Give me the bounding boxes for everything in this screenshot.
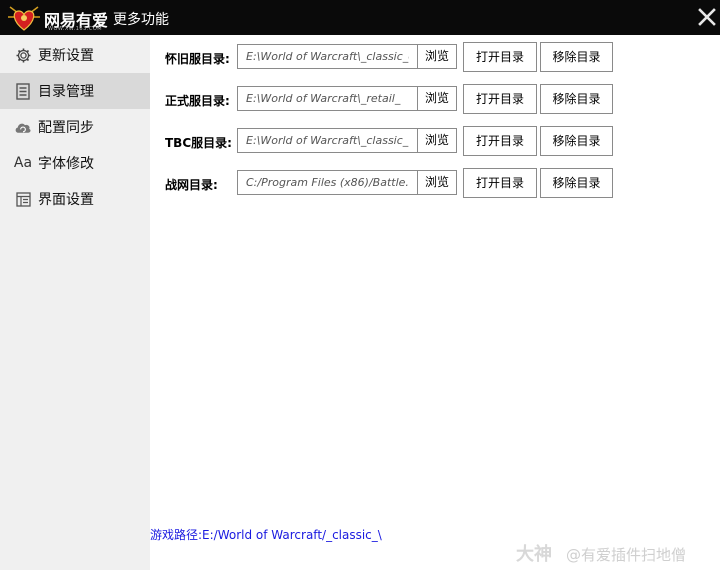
- sidebar-item-directory-management[interactable]: 目录管理: [0, 73, 150, 109]
- close-icon: [698, 8, 716, 26]
- remove-directory-button[interactable]: 移除目录: [540, 42, 613, 72]
- browse-button[interactable]: 浏览: [417, 128, 457, 153]
- browse-button[interactable]: 浏览: [417, 86, 457, 111]
- open-directory-button[interactable]: 打开目录: [463, 126, 537, 156]
- directory-label: TBC服目录:: [165, 136, 232, 150]
- open-directory-button[interactable]: 打开目录: [463, 84, 537, 114]
- heart-logo-icon: [8, 6, 40, 31]
- window-title: 更多功能: [113, 12, 169, 28]
- directory-label: 战网目录:: [165, 178, 218, 192]
- sidebar: 更新设置 目录管理 配置同步 Aa 字体修改 界面设置: [0, 35, 150, 570]
- sidebar-item-update-settings[interactable]: 更新设置: [0, 37, 150, 73]
- open-directory-button[interactable]: 打开目录: [463, 168, 537, 198]
- sidebar-item-label: 字体修改: [38, 156, 94, 172]
- app-logo: 网易有爱 WOW.XW.163.COM: [4, 3, 108, 33]
- list-icon: [14, 82, 32, 100]
- close-button[interactable]: [696, 6, 718, 28]
- watermark-brand: 大神: [516, 544, 552, 565]
- remove-directory-button[interactable]: 移除目录: [540, 168, 613, 198]
- sidebar-item-label: 界面设置: [38, 192, 94, 208]
- font-icon: Aa: [13, 155, 33, 171]
- directory-row-classic-era: 怀旧服目录: 浏览 打开目录 移除目录: [150, 42, 720, 73]
- cloud-sync-icon: [14, 118, 32, 136]
- open-directory-button[interactable]: 打开目录: [463, 42, 537, 72]
- directory-path-input[interactable]: [237, 86, 418, 111]
- gear-icon: [14, 46, 32, 64]
- directory-label: 怀旧服目录:: [165, 52, 230, 66]
- sidebar-item-label: 配置同步: [38, 120, 94, 136]
- sidebar-item-config-sync[interactable]: 配置同步: [0, 109, 150, 145]
- directory-row-retail: 正式服目录: 浏览 打开目录 移除目录: [150, 84, 720, 115]
- watermark-handle: @有爱插件扫地僧: [566, 546, 687, 564]
- directory-row-battlenet: 战网目录: 浏览 打开目录 移除目录: [150, 168, 720, 199]
- browse-button[interactable]: 浏览: [417, 170, 457, 195]
- sidebar-item-label: 目录管理: [38, 84, 94, 100]
- sidebar-item-interface-settings[interactable]: 界面设置: [0, 181, 150, 217]
- directory-path-input[interactable]: [237, 128, 418, 153]
- remove-directory-button[interactable]: 移除目录: [540, 126, 613, 156]
- watermark: 大神 @有爱插件扫地僧: [516, 540, 686, 566]
- title-bar: 网易有爱 WOW.XW.163.COM 更多功能: [0, 0, 720, 35]
- directory-path-input[interactable]: [237, 170, 418, 195]
- window-icon: [14, 190, 32, 208]
- remove-directory-button[interactable]: 移除目录: [540, 84, 613, 114]
- browse-button[interactable]: 浏览: [417, 44, 457, 69]
- sidebar-item-label: 更新设置: [38, 48, 94, 64]
- game-path-text: 游戏路径:E:/World of Warcraft/_classic_\: [150, 528, 382, 542]
- sidebar-item-font-modify[interactable]: Aa 字体修改: [0, 145, 150, 181]
- directory-label: 正式服目录:: [165, 94, 230, 108]
- directory-row-tbc: TBC服目录: 浏览 打开目录 移除目录: [150, 126, 720, 157]
- directory-path-input[interactable]: [237, 44, 418, 69]
- brand-url: WOW.XW.163.COM: [48, 26, 103, 32]
